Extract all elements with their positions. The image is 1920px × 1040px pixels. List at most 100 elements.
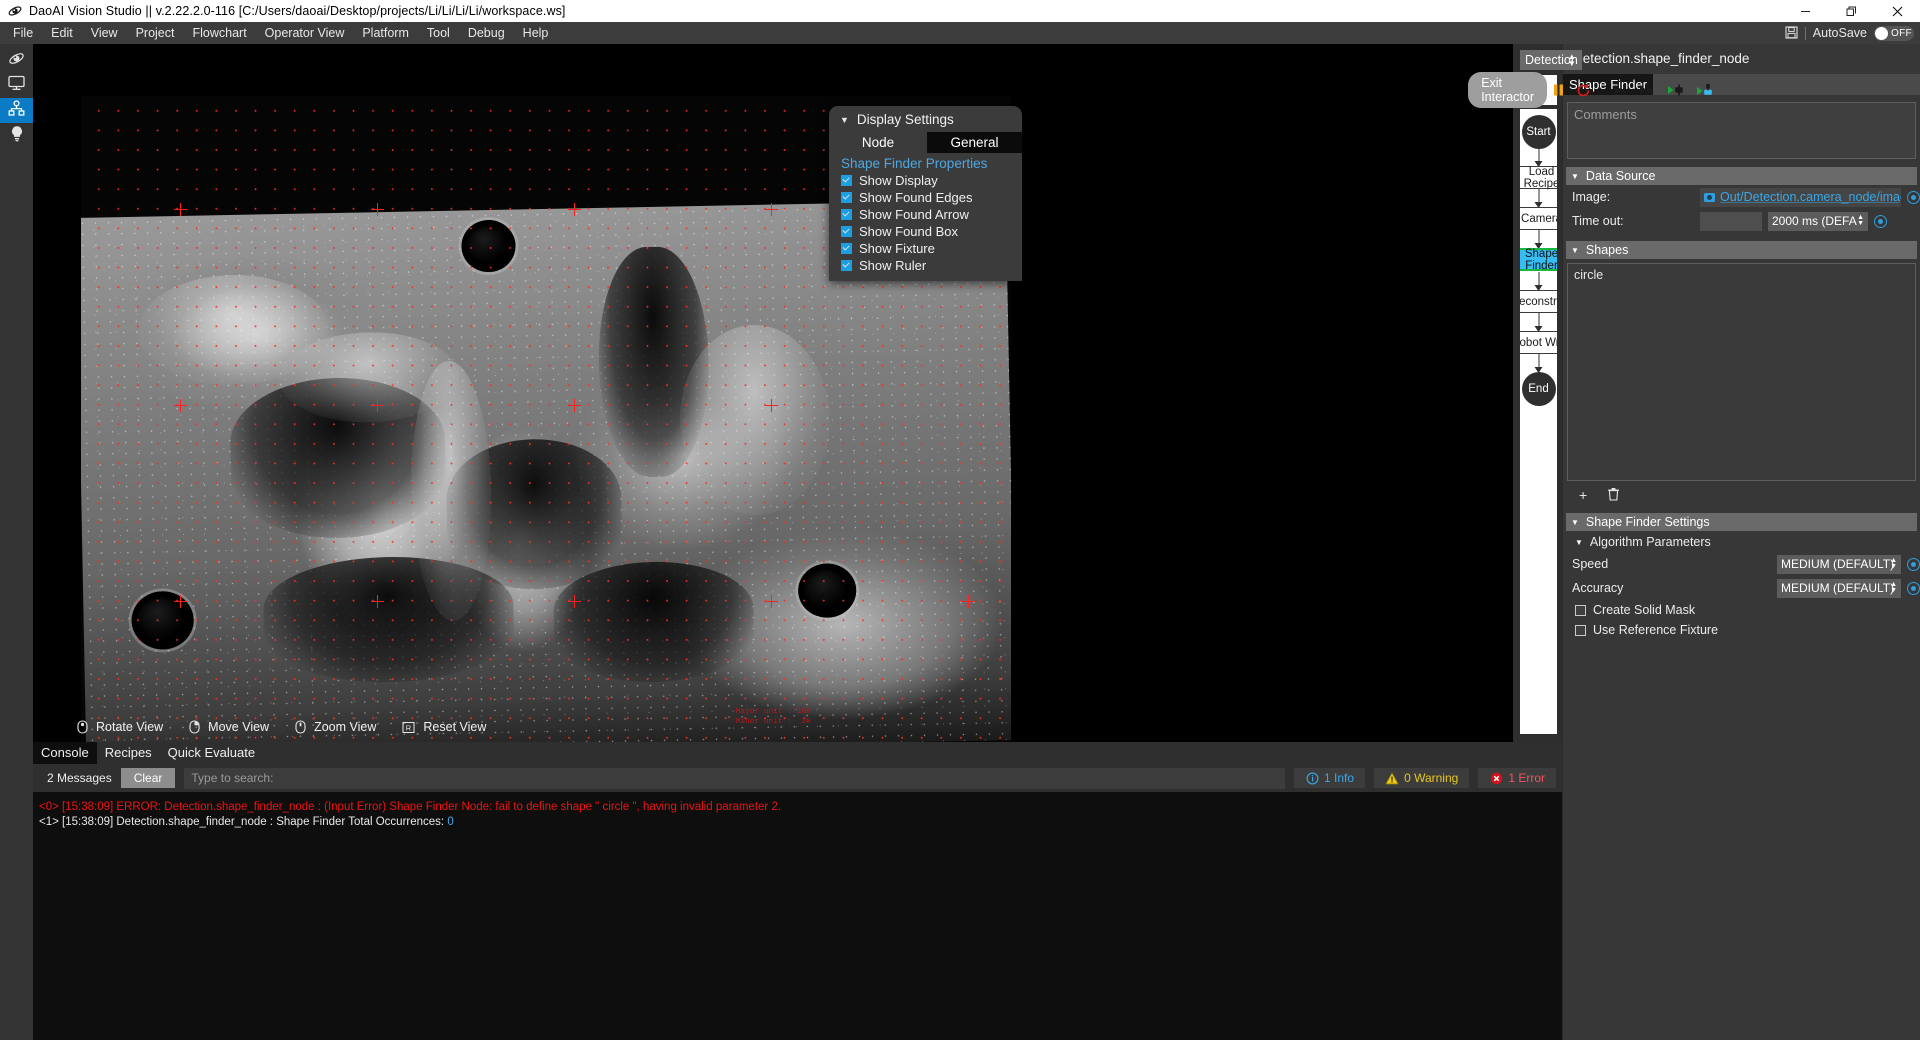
checkbox-checked-icon[interactable] <box>841 175 852 186</box>
stepper-arrows-icon[interactable]: ▲ ▼ <box>1890 557 1897 570</box>
sidebar-item-display[interactable] <box>0 73 33 98</box>
tool-rotate-view[interactable]: Rotate View <box>77 720 163 734</box>
tab-console[interactable]: Console <box>33 742 97 764</box>
tab-quick-evaluate[interactable]: Quick Evaluate <box>160 742 263 764</box>
minimize-button[interactable] <box>1782 0 1828 22</box>
row-create-solid-mask[interactable]: Create Solid Mask <box>1563 600 1920 620</box>
step-over-button[interactable] <box>1613 80 1628 100</box>
checkbox-checked-icon[interactable] <box>841 260 852 271</box>
flow-node-reconstruct[interactable]: Reconstruct <box>1520 290 1557 313</box>
autosave-toggle[interactable]: OFF <box>1874 25 1914 41</box>
save-icon[interactable] <box>1785 25 1798 41</box>
autosave-state: OFF <box>1891 27 1912 39</box>
reset-button[interactable] <box>1576 80 1591 100</box>
flow-node-camera[interactable]: Camera <box>1520 207 1557 230</box>
exit-interactor-button[interactable]: Exit Interactor <box>1468 72 1547 108</box>
error-icon <box>1489 771 1503 785</box>
reset-to-default-icon[interactable] <box>1874 214 1887 228</box>
checkbox-unchecked-icon[interactable] <box>1575 624 1586 636</box>
sidebar-item-lighting[interactable] <box>0 123 33 148</box>
run-to-breakpoint-button[interactable] <box>1696 80 1714 100</box>
display-option-show-fixture[interactable]: Show Fixture <box>829 240 1022 257</box>
console-log-area[interactable]: <0> [15:38:09] ERROR: Detection.shape_fi… <box>33 792 1562 1040</box>
image-source-field[interactable]: Out/Detection.camera_node/image <box>1700 187 1901 207</box>
list-item[interactable]: circle <box>1574 267 1915 284</box>
recipe-select[interactable]: Detection ▲ ▼ <box>1520 50 1582 70</box>
timeout-unit-select[interactable]: 2000 ms (DEFA ▲ ▼ <box>1768 211 1868 231</box>
flow-node-robot-write[interactable]: Robot Write <box>1520 331 1557 354</box>
stepper-arrows-icon[interactable]: ▲ ▼ <box>1568 53 1576 68</box>
flow-node-load-recipe[interactable]: Load Recipe <box>1520 166 1557 190</box>
image-viewer[interactable]: Major unit : 100 Minor unit : 20 ▼ Displ… <box>33 44 1513 742</box>
clear-button[interactable]: Clear <box>120 768 176 788</box>
sidebar-item-flowchart[interactable] <box>0 98 33 123</box>
tab-recipes[interactable]: Recipes <box>97 742 160 764</box>
chevron-down-icon[interactable]: ▼ <box>1571 518 1579 527</box>
menu-file[interactable]: File <box>4 23 42 43</box>
accuracy-select[interactable]: MEDIUM (DEFAULT) ▲ ▼ <box>1777 578 1901 598</box>
tab-node[interactable]: Node <box>829 132 927 153</box>
subsection-algorithm-parameters[interactable]: ▼ Algorithm Parameters <box>1563 531 1920 552</box>
timeout-input[interactable] <box>1700 211 1762 231</box>
menu-debug[interactable]: Debug <box>459 23 514 43</box>
chevron-down-icon[interactable]: ▼ <box>840 115 849 125</box>
section-shapes[interactable]: ▼ Shapes <box>1566 241 1917 259</box>
chevron-down-icon[interactable]: ▼ <box>1575 538 1583 547</box>
chevron-down-icon[interactable]: ▼ <box>1571 246 1579 255</box>
tool-zoom-view[interactable]: Zoom View <box>295 720 376 734</box>
menu-project[interactable]: Project <box>127 23 184 43</box>
display-option-show-found-edges[interactable]: Show Found Edges <box>829 189 1022 206</box>
tool-move-view[interactable]: Move View <box>189 720 269 734</box>
menu-view[interactable]: View <box>82 23 127 43</box>
display-option-show-ruler[interactable]: Show Ruler <box>829 257 1022 274</box>
checkbox-checked-icon[interactable] <box>841 209 852 220</box>
pause-button[interactable] <box>1552 80 1565 100</box>
display-option-show-found-arrow[interactable]: Show Found Arrow <box>829 206 1022 223</box>
checkbox-checked-icon[interactable] <box>841 226 852 237</box>
tab-general[interactable]: General <box>927 132 1022 153</box>
chevron-down-icon[interactable]: ▼ <box>1571 172 1579 181</box>
flow-node-shape-finder[interactable]: <> Shape Finder <box>1520 248 1557 272</box>
flowchart-canvas[interactable]: Start Load Recipe Camera <box>1520 109 1557 734</box>
maximize-button[interactable] <box>1828 0 1874 22</box>
step-fast-button[interactable] <box>1639 80 1656 100</box>
delete-shape-button[interactable] <box>1607 487 1620 503</box>
search-input[interactable] <box>184 767 1286 789</box>
flow-node-end[interactable]: End <box>1521 372 1556 406</box>
stepper-arrows-icon[interactable]: ▲ ▼ <box>1857 214 1864 227</box>
section-data-source[interactable]: ▼ Data Source <box>1566 167 1917 185</box>
shapes-list[interactable]: circle <box>1567 263 1916 481</box>
sidebar-item-orbit-view[interactable] <box>0 48 33 73</box>
flow-node-start[interactable]: Start <box>1521 115 1556 149</box>
menu-platform[interactable]: Platform <box>353 23 418 43</box>
checkbox-unchecked-icon[interactable] <box>1575 604 1586 616</box>
status-badge-info[interactable]: 1 Info <box>1294 768 1366 788</box>
display-settings-header[interactable]: ▼ Display Settings <box>829 112 1022 131</box>
display-option-show-display[interactable]: Show Display <box>829 172 1022 189</box>
display-option-show-found-box[interactable]: Show Found Box <box>829 223 1022 240</box>
row-use-reference-fixture[interactable]: Use Reference Fixture <box>1563 620 1920 640</box>
display-settings-title: Display Settings <box>856 112 954 127</box>
menu-flowchart[interactable]: Flowchart <box>183 23 255 43</box>
section-shape-finder-settings[interactable]: ▼ Shape Finder Settings <box>1566 513 1917 531</box>
menu-edit[interactable]: Edit <box>42 23 82 43</box>
close-button[interactable] <box>1874 0 1920 22</box>
image-source-value[interactable]: Out/Detection.camera_node/image <box>1720 190 1901 204</box>
reset-to-default-icon[interactable] <box>1907 190 1920 204</box>
status-badge-error[interactable]: 1 Error <box>1478 768 1556 788</box>
reset-to-default-icon[interactable] <box>1907 557 1920 571</box>
add-shape-button[interactable]: + <box>1579 488 1587 502</box>
menu-help[interactable]: Help <box>514 23 558 43</box>
reset-to-default-icon[interactable] <box>1907 581 1920 595</box>
checkbox-checked-icon[interactable] <box>841 192 852 203</box>
stepper-arrows-icon[interactable]: ▲ ▼ <box>1890 581 1897 594</box>
tool-reset-view[interactable]: R Reset View <box>402 720 486 734</box>
comments-field[interactable]: Comments <box>1567 102 1916 159</box>
checkbox-checked-icon[interactable] <box>841 243 852 254</box>
option-label: Show Display <box>859 173 938 188</box>
menu-operator-view[interactable]: Operator View <box>256 23 354 43</box>
speed-select[interactable]: MEDIUM (DEFAULT) ▲ ▼ <box>1777 554 1901 574</box>
status-badge-warning[interactable]: 0 Warning <box>1374 768 1470 788</box>
run-to-node-button[interactable] <box>1667 80 1685 100</box>
menu-tool[interactable]: Tool <box>418 23 459 43</box>
